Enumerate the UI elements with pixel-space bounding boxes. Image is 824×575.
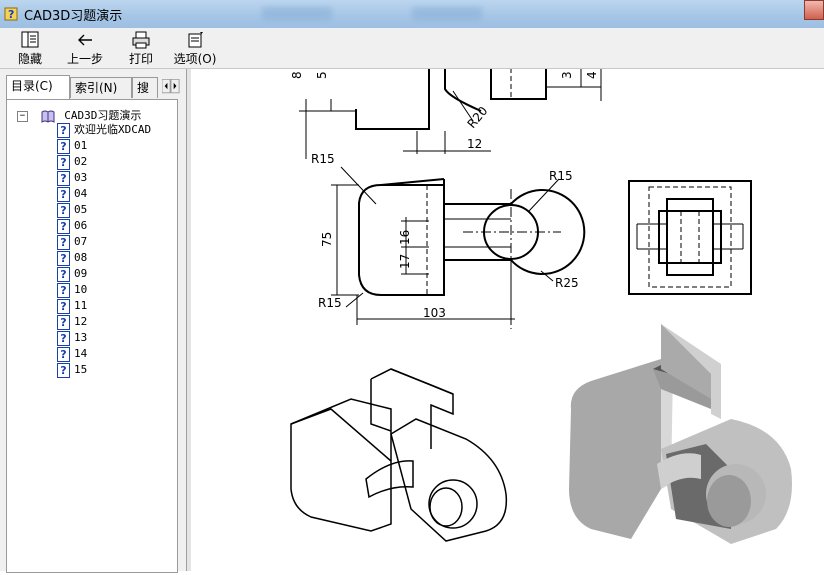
blurred-region [262,7,332,21]
help-topic-icon: ? [57,298,70,314]
tree-item-13[interactable]: ? 13 [57,330,87,346]
contents-tree: − CAD3D习题演示 ? 欢迎光临XDCAD? 01? 02? 03? 04? 05? 06… [6,99,178,573]
tree-item-14[interactable]: ? 14 [57,346,87,362]
help-topic-icon: ? [57,122,70,138]
tree-item-label: 04 [74,187,88,200]
help-app-icon: ? [4,7,18,21]
help-topic-icon: ? [57,234,70,250]
help-topic-icon: ? [57,250,70,266]
print-button[interactable]: 打印 [124,30,158,66]
tree-item-label: 05 [74,203,88,216]
tree-item-welcome[interactable]: ? 欢迎光临XDCAD [57,122,151,138]
dim-r15-bottom: R15 [318,296,342,310]
back-button[interactable]: 上一步 [64,30,106,66]
dim-8: 8 [290,71,304,79]
blurred-region-2 [412,7,482,21]
tree-item-03[interactable]: ? 03 [57,170,87,186]
help-topic-icon: ? [57,346,70,362]
dim-103: 103 [423,306,446,320]
tree-item-02[interactable]: ? 02 [57,154,87,170]
tree-item-label: 07 [74,235,88,248]
dim-75: 75 [320,232,334,247]
tree-item-label: 08 [74,251,88,264]
tree-item-15[interactable]: ? 15 [57,362,87,378]
dim-r20: R20 [465,104,491,131]
help-topic-icon: ? [57,282,70,298]
help-topic-icon: ? [57,138,70,154]
options-label: 选项(O) [173,52,217,66]
tree-item-label: 01 [74,139,88,152]
help-topic-icon: ? [57,154,70,170]
tree-item-09[interactable]: ? 09 [57,266,87,282]
help-topic-icon: ? [57,266,70,282]
hide-button[interactable]: 隐藏 [14,30,46,66]
tree-root-label: CAD3D习题演示 [64,109,142,122]
content-pane: 8 5 3 4 R20 12 R15 R15 75 16 17 R15 R25 … [191,68,824,571]
cad-drawing: 8 5 3 4 R20 12 R15 R15 75 16 17 R15 R25 … [290,68,792,544]
tree-item-label: 02 [74,155,88,168]
tree-item-04[interactable]: ? 04 [57,186,87,202]
tree-item-06[interactable]: ? 06 [57,218,87,234]
options-icon [188,32,203,48]
options-button[interactable]: 选项(O) [172,30,218,66]
print-label: 打印 [128,52,153,66]
dim-12: 12 [467,137,482,151]
tab-scroll-arrows[interactable] [162,79,180,94]
dim-3: 3 [560,71,574,79]
tree-item-label: 欢迎光临XDCAD [74,123,152,136]
tree-item-label: 11 [74,299,88,312]
close-window-button[interactable] [804,0,824,20]
help-topic-icon: ? [57,202,70,218]
help-topic-icon: ? [57,330,70,346]
tree-item-label: 09 [74,267,88,280]
tree-item-07[interactable]: ? 07 [57,234,87,250]
book-icon [41,110,55,123]
tree-item-label: 15 [74,363,88,376]
tree-item-01[interactable]: ? 01 [57,138,87,154]
help-topic-icon: ? [57,314,70,330]
tree-item-05[interactable]: ? 05 [57,202,87,218]
tree-item-label: 14 [74,347,88,360]
title-bar: ? CAD3D习题演示 [0,0,824,28]
back-label: 上一步 [66,52,103,66]
window-title: CAD3D习题演示 [24,9,123,24]
tree-item-label: 03 [74,171,88,184]
tree-root[interactable]: − CAD3D习题演示 [17,107,141,123]
tree-item-12[interactable]: ? 12 [57,314,87,330]
help-topic-icon: ? [57,218,70,234]
tree-item-label: 06 [74,219,88,232]
printer-icon [132,31,150,49]
tree-item-label: 13 [74,331,88,344]
toolbar: 隐藏 上一步 打印 选项(O) [0,28,824,69]
tree-item-11[interactable]: ? 11 [57,298,87,314]
tree-item-label: 12 [74,315,88,328]
tab-index[interactable]: 索引(N) [70,77,132,98]
dim-17: 17 [398,254,412,269]
tree-item-label: 10 [74,283,88,296]
help-topic-icon: ? [57,186,70,202]
navigation-pane: 目录(C) 索引(N) 搜 − CAD3D习题演示 ? 欢迎光临XDCAD? 01?… [0,69,186,573]
dim-16: 16 [398,230,412,245]
hide-label: 隐藏 [17,52,42,66]
dim-r15-right: R15 [549,169,573,183]
tab-contents[interactable]: 目录(C) [6,75,70,99]
tab-search[interactable]: 搜 [132,77,158,98]
help-topic-icon: ? [57,170,70,186]
hide-pane-icon [21,31,39,48]
tree-item-08[interactable]: ? 08 [57,250,87,266]
dim-r15-top: R15 [311,152,335,166]
dim-r25: R25 [555,276,579,290]
dim-4: 4 [585,71,599,79]
back-arrow-icon [78,34,92,46]
svg-text:?: ? [8,8,14,21]
collapse-icon[interactable]: − [17,110,28,122]
help-topic-icon: ? [57,362,70,378]
tree-item-10[interactable]: ? 10 [57,282,87,298]
dim-5: 5 [315,71,329,79]
